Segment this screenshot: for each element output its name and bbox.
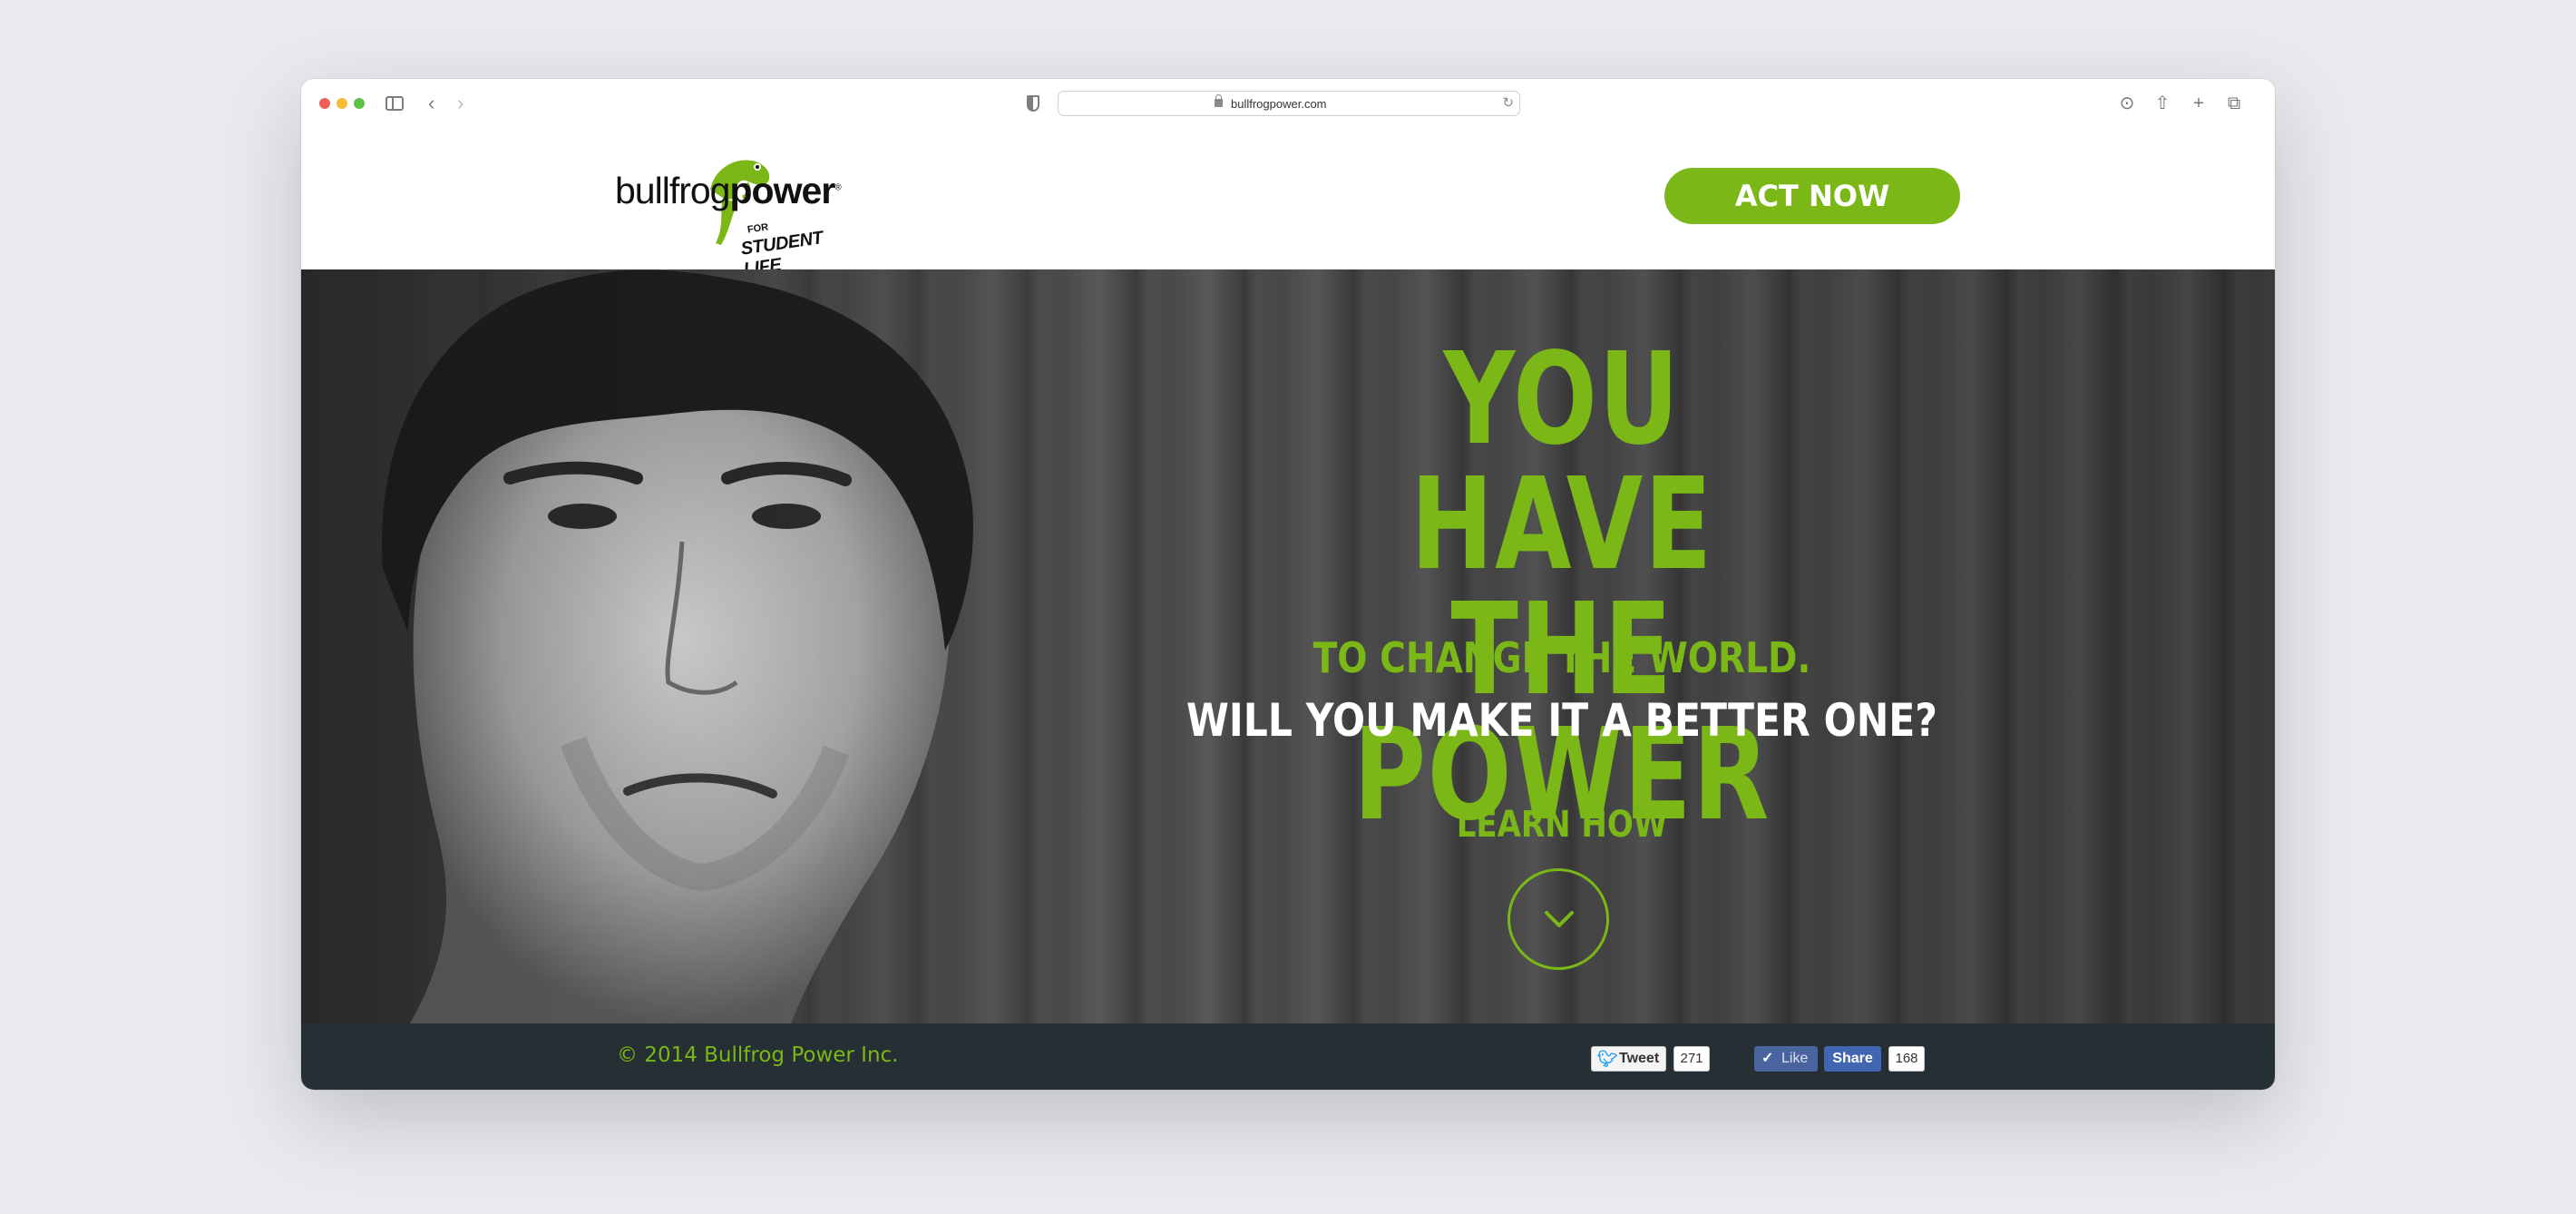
zoom-window-button[interactable]	[354, 98, 365, 109]
tweet-button[interactable]: 🐦︎ Tweet	[1591, 1046, 1666, 1072]
site-footer: © 2014 Bullfrog Power Inc. 🐦︎ Tweet 271 …	[301, 1023, 2275, 1090]
facebook-share-button[interactable]: Share	[1824, 1046, 1881, 1072]
new-tab-icon[interactable]: +	[2186, 91, 2211, 116]
hero-subline-2: WILL YOU MAKE IT A BETTER ONE?	[1186, 694, 1937, 747]
act-now-button[interactable]: ACT NOW	[1664, 168, 1960, 224]
hero-headline: YOU HAVE THE POWER	[1307, 326, 1817, 839]
browser-toolbar: ‹ › bullfrogpower.com ↻ ⊙ ⇧ + ⧉	[301, 79, 2275, 127]
site-header: bullfrogpower® FOR STUDENT LIFE ACT NOW	[301, 127, 2275, 279]
tabs-icon[interactable]: ⧉	[2221, 91, 2247, 116]
sidebar-icon[interactable]	[385, 96, 404, 111]
address-bar[interactable]: bullfrogpower.com ↻	[1058, 91, 1520, 116]
logo-wordmark: bullfrogpower®	[615, 170, 842, 211]
bullfrog-power-logo[interactable]: bullfrogpower® FOR STUDENT LIFE	[615, 149, 842, 279]
minimize-window-button[interactable]	[337, 98, 347, 109]
chevron-down-icon	[1545, 911, 1574, 927]
forward-icon[interactable]: ›	[457, 92, 463, 115]
hero-subline-1: TO CHANGE THE WORLD.	[1312, 633, 1811, 682]
hero-banner: YOU HAVE THE POWER TO CHANGE THE WORLD. …	[301, 269, 2275, 1023]
headline-line-1: YOU HAVE	[1410, 326, 1713, 599]
shield-icon[interactable]	[1027, 95, 1039, 112]
download-icon[interactable]: ⊙	[2114, 91, 2140, 116]
facebook-like-button[interactable]: ✓ Like	[1754, 1046, 1818, 1072]
close-window-button[interactable]	[319, 98, 330, 109]
share-count: 168	[1888, 1046, 1925, 1072]
like-label: Like	[1781, 1051, 1809, 1066]
twitter-bird-icon: 🐦︎	[1597, 1050, 1618, 1068]
learn-how-link[interactable]: LEARN HOW	[1377, 803, 1747, 847]
lock-icon	[1215, 94, 1223, 107]
reload-icon[interactable]: ↻	[1502, 94, 1514, 111]
back-icon[interactable]: ‹	[428, 92, 434, 115]
copyright-text: © 2014 Bullfrog Power Inc.	[617, 1043, 899, 1067]
url-text: bullfrogpower.com	[1231, 97, 1327, 111]
tweet-count: 271	[1673, 1046, 1710, 1072]
share-icon[interactable]: ⇧	[2150, 91, 2175, 116]
check-icon: ✓	[1761, 1051, 1774, 1066]
browser-window: ‹ › bullfrogpower.com ↻ ⊙ ⇧ + ⧉ bullfrog…	[301, 79, 2275, 1090]
scroll-down-button[interactable]	[1508, 868, 1609, 970]
tweet-label: Tweet	[1619, 1051, 1660, 1066]
